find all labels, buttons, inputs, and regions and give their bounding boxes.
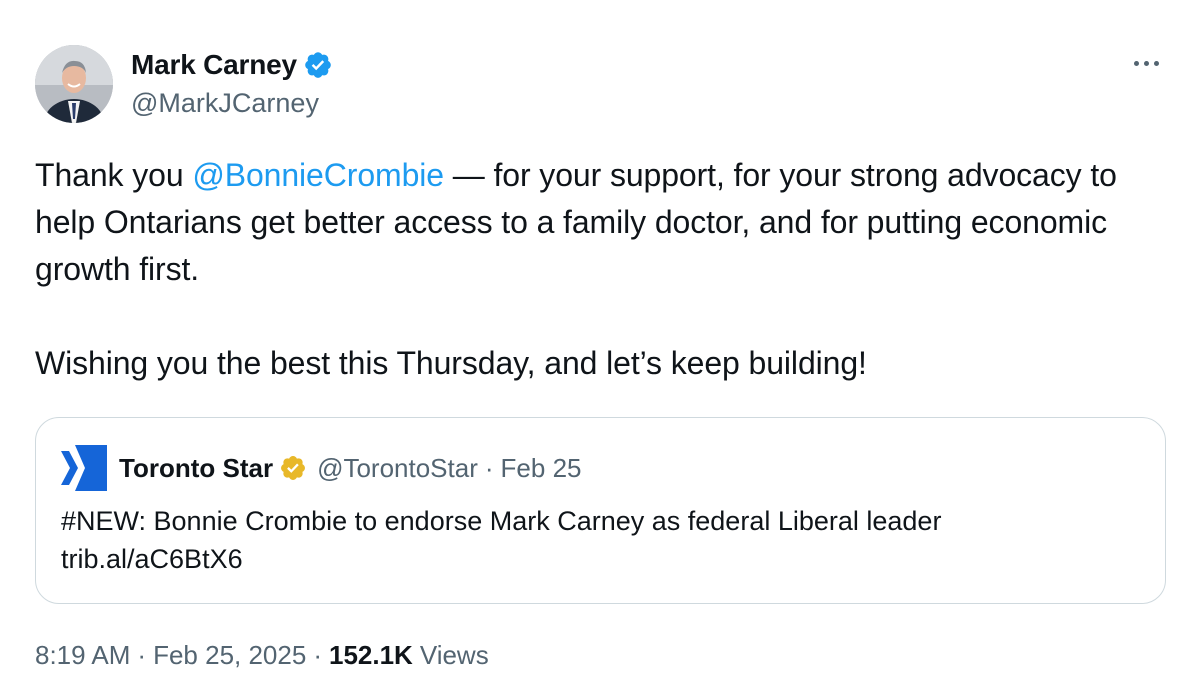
quoted-header: Toronto Star @TorontoStar · Feb 25 xyxy=(61,445,582,491)
tweet-paragraph-1: Thank you @BonnieCrombie — for your supp… xyxy=(35,152,1175,293)
tweet-text-part: Thank you xyxy=(35,157,193,193)
author-name-row: Mark Carney xyxy=(131,48,333,82)
mention-link[interactable]: @BonnieCrombie xyxy=(192,157,444,193)
author-handle[interactable]: @MarkJCarney xyxy=(131,88,319,119)
quoted-separator: · xyxy=(484,452,494,483)
quoted-text: #NEW: Bonnie Crombie to endorse Mark Car… xyxy=(61,502,941,578)
tweet-time[interactable]: 8:19 AM xyxy=(35,640,130,671)
tweet-card: Mark Carney @MarkJCarney Thank you @Bonn… xyxy=(0,0,1200,692)
meta-separator: · xyxy=(137,640,147,670)
org-verified-badge-icon xyxy=(279,454,307,482)
toronto-star-logo-icon xyxy=(61,445,107,491)
quoted-link[interactable]: trib.al/aC6BtX6 xyxy=(61,540,941,578)
avatar-photo xyxy=(35,45,113,123)
avatar[interactable] xyxy=(35,45,113,123)
quoted-date[interactable]: Feb 25 xyxy=(501,453,582,484)
author-display-name[interactable]: Mark Carney xyxy=(131,49,297,81)
quoted-tweet[interactable]: Toronto Star @TorontoStar · Feb 25 #NEW:… xyxy=(35,417,1166,604)
verified-badge-icon xyxy=(303,50,333,80)
tweet-text: Thank you @BonnieCrombie — for your supp… xyxy=(35,152,1175,387)
tweet-meta: 8:19 AM · Feb 25, 2025 · 152.1K Views xyxy=(35,640,489,671)
quoted-handle[interactable]: @TorontoStar xyxy=(317,453,478,484)
quoted-text-line-1: #NEW: Bonnie Crombie to endorse Mark Car… xyxy=(61,506,942,536)
tweet-paragraph-2: Wishing you the best this Thursday, and … xyxy=(35,345,867,381)
meta-separator: · xyxy=(313,640,322,670)
more-icon[interactable] xyxy=(1128,48,1164,78)
tweet-date[interactable]: Feb 25, 2025 xyxy=(153,640,306,671)
views-label: Views xyxy=(419,640,489,670)
quoted-author-name[interactable]: Toronto Star xyxy=(119,453,273,484)
views-count[interactable]: 152.1K xyxy=(329,640,413,671)
